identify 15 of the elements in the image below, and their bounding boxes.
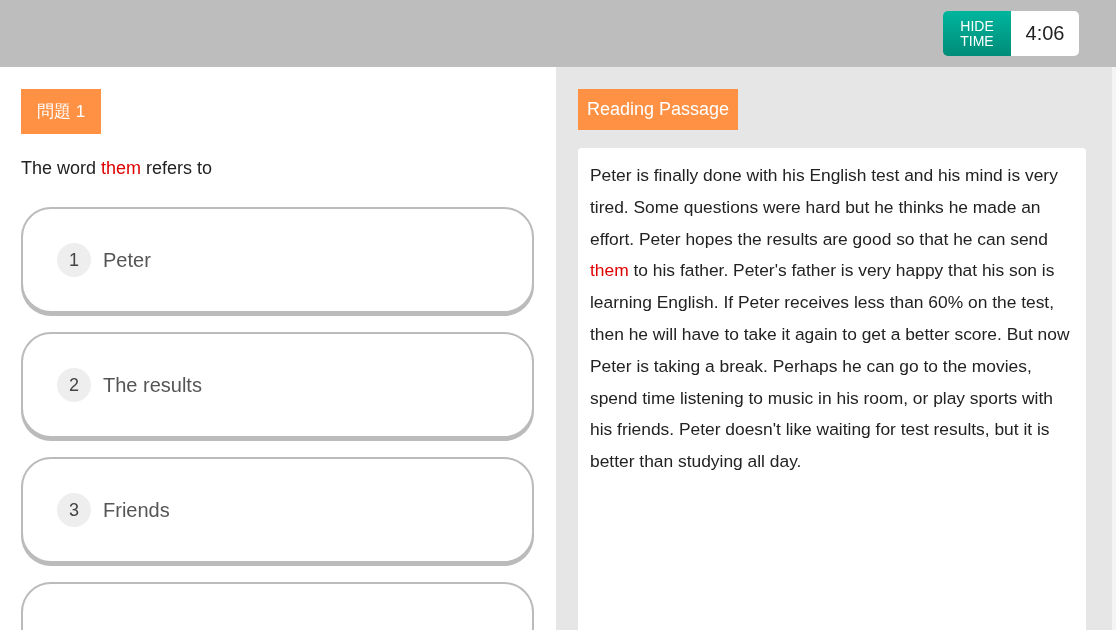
option-number: 2 xyxy=(57,368,91,402)
option-label: Friends xyxy=(103,498,170,522)
passage-text: Peter is finally done with his English test and his mind is very tired. Some questions were hard but he thinks he made an effort. Peter hopes the results are good so that he can send them to his father. Peter's father is very happy that his son is learning English. If Peter receives less than 60% on the test, then he will have to take it again to get a better score. But now Peter is taking a break. Perhaps he can go to the movies, spend time listening to music in his room, or play sports with his friends. Peter doesn't like waiting for test results, but it is better than studying all day. xyxy=(590,164,1071,474)
option-number: 3 xyxy=(57,493,91,527)
answer-option[interactable]: 3 Friends xyxy=(21,457,534,563)
question-prompt: The word them refers to xyxy=(21,158,214,179)
passage-badge: Reading Passage xyxy=(578,89,739,130)
option-label: The results xyxy=(103,373,202,397)
hide-time-button[interactable]: HIDE TIME xyxy=(943,11,1011,56)
answer-option[interactable]: 1 Peter xyxy=(21,207,534,313)
option-label: Peter xyxy=(103,248,151,272)
timer: 4:06 xyxy=(1011,11,1079,56)
question-badge: 問題 1 xyxy=(21,89,102,134)
option-number: 1 xyxy=(57,243,91,277)
answer-option[interactable]: 2 The results xyxy=(21,332,534,438)
